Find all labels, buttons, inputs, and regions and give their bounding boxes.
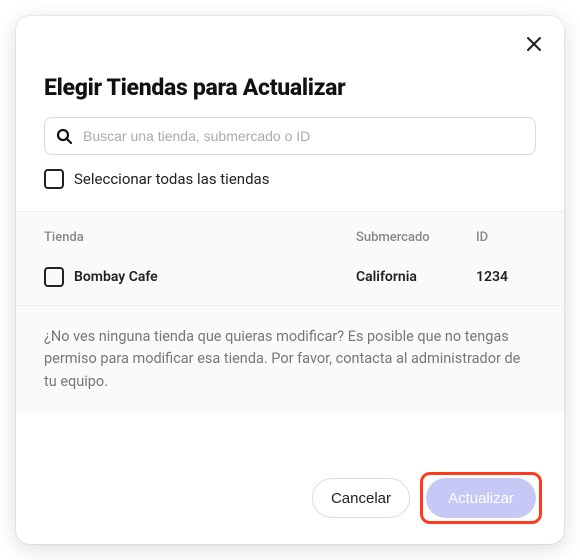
select-all-label: Seleccionar todas las tiendas bbox=[74, 170, 269, 188]
close-button[interactable] bbox=[522, 32, 546, 56]
store-name: Bombay Cafe bbox=[74, 269, 158, 285]
update-highlight: Actualizar bbox=[420, 472, 542, 524]
row-checkbox[interactable] bbox=[44, 267, 64, 287]
cancel-button[interactable]: Cancelar bbox=[312, 478, 410, 518]
search-icon bbox=[56, 128, 72, 144]
select-all-checkbox[interactable] bbox=[44, 169, 64, 189]
help-text: ¿No ves ninguna tienda que quieras modif… bbox=[16, 306, 564, 413]
select-all-row[interactable]: Seleccionar todas las tiendas bbox=[44, 169, 536, 189]
store-submarket: California bbox=[356, 269, 476, 285]
header-store: Tienda bbox=[44, 230, 356, 245]
search-wrap bbox=[44, 117, 536, 155]
modal-title: Elegir Tiendas para Actualizar bbox=[44, 74, 536, 101]
modal-footer: Cancelar Actualizar bbox=[16, 458, 564, 544]
modal-content: Elegir Tiendas para Actualizar Seleccion… bbox=[16, 16, 564, 458]
table-header: Tienda Submercado ID bbox=[44, 212, 536, 259]
update-button[interactable]: Actualizar bbox=[426, 478, 536, 518]
close-icon bbox=[526, 36, 542, 52]
table-row[interactable]: Bombay Cafe California 1234 bbox=[44, 259, 536, 305]
search-input[interactable] bbox=[44, 117, 536, 155]
store-id: 1234 bbox=[476, 269, 536, 285]
header-submarket: Submercado bbox=[356, 230, 476, 245]
store-table: Tienda Submercado ID Bombay Cafe Califor… bbox=[16, 211, 564, 306]
store-select-modal: Elegir Tiendas para Actualizar Seleccion… bbox=[16, 16, 564, 544]
header-id: ID bbox=[476, 230, 536, 245]
